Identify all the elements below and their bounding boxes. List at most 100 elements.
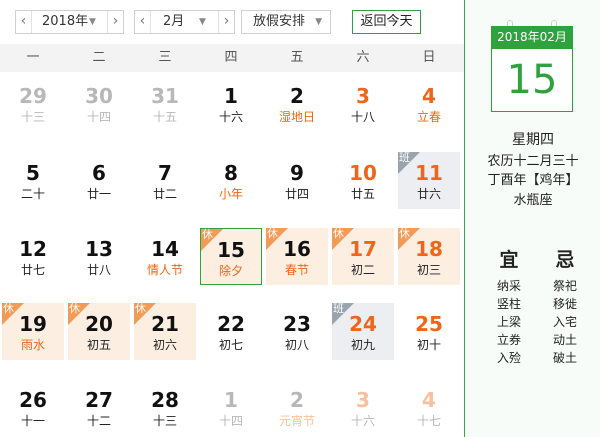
lunar-date: 廿四	[284, 187, 309, 201]
next-year-arrow-icon[interactable]: ›	[107, 11, 123, 33]
solar-date: 9	[290, 161, 304, 185]
day-cell[interactable]: 休 18 初三	[398, 227, 460, 285]
yi-item: 竖柱	[496, 297, 521, 311]
day-cell[interactable]: 8 小年	[200, 152, 262, 209]
day-cell[interactable]: 班 11 廿六	[398, 151, 460, 209]
lunar-date: 初三	[416, 263, 441, 277]
day-cell[interactable]: 4 立春	[398, 75, 460, 132]
prev-year-arrow-icon[interactable]: ‹	[16, 11, 32, 33]
calendar-grid: 29 十三 30 十四 31 十五 1 十六 2 湿地日 3 十八 4 立春 5 二十 6 廿一 7 廿二 8 小年 9 廿四…	[0, 72, 464, 437]
solar-date: 6	[92, 161, 106, 185]
lunar-date: 春节	[284, 263, 309, 277]
month-selector[interactable]: ‹ 2月 ▼ ›	[134, 10, 235, 34]
weekday-label: 五	[290, 50, 304, 65]
month-caret-icon[interactable]: ▼	[199, 11, 206, 34]
detail-lunar-date: 农历十二月三十	[487, 154, 579, 169]
day-cell[interactable]: 休 21 初六	[134, 302, 196, 360]
weekday-header: 一 二 三 四 五 六 日	[0, 44, 464, 72]
next-month-arrow-icon[interactable]: ›	[218, 11, 234, 33]
day-cell[interactable]: 3 十六	[332, 379, 394, 436]
weekday-label: 一	[26, 50, 40, 65]
lunar-date: 十二	[86, 414, 111, 428]
weekday-label: 三	[158, 50, 172, 65]
solar-date: 4	[422, 84, 436, 108]
yi-item: 入殓	[496, 351, 521, 365]
day-cell[interactable]: 26 十一	[2, 379, 64, 436]
day-cell[interactable]: 班 24 初九	[332, 302, 394, 360]
day-cell[interactable]: 2 元宵节	[266, 379, 328, 436]
day-cell[interactable]: 2 湿地日	[266, 75, 328, 132]
solar-date: 22	[217, 312, 245, 336]
solar-date: 1	[224, 84, 238, 108]
day-cell[interactable]: 7 廿二	[134, 152, 196, 209]
solar-date: 13	[85, 237, 113, 261]
lunar-date: 廿二	[152, 187, 177, 201]
lunar-date: 除夕	[218, 264, 243, 278]
solar-date: 18	[415, 237, 443, 261]
day-cell[interactable]: 9 廿四	[266, 152, 328, 209]
lunar-date: 初七	[218, 338, 243, 352]
holiday-selector[interactable]: 放假安排 ▼	[241, 10, 331, 34]
lunar-date: 初二	[350, 263, 375, 277]
solar-date: 3	[356, 84, 370, 108]
day-cell[interactable]: 4 十七	[398, 379, 460, 436]
day-cell[interactable]: 休 19 雨水	[2, 302, 64, 360]
solar-date: 3	[356, 388, 370, 412]
day-cell[interactable]: 休 20 初五	[68, 302, 130, 360]
solar-date: 10	[349, 161, 377, 185]
day-cell[interactable]: 5 二十	[2, 152, 64, 209]
lunar-date: 雨水	[20, 338, 45, 352]
day-cell[interactable]: 休 16 春节	[266, 227, 328, 285]
day-cell[interactable]: 29 十三	[2, 75, 64, 132]
lunar-date: 十四	[218, 414, 243, 428]
lunar-date: 二十	[20, 187, 45, 201]
day-cell[interactable]: 12 廿七	[2, 228, 64, 285]
day-detail-panel: 2018年02月 15 星期四 农历十二月三十 丁酉年【鸡年】 水瓶座 宜 纳采…	[464, 0, 600, 437]
day-cell[interactable]: 23 初八	[266, 303, 328, 360]
day-cell[interactable]: 25 初十	[398, 303, 460, 360]
detail-constellation: 水瓶座	[513, 193, 553, 208]
weekday-label: 二	[92, 50, 106, 65]
day-cell[interactable]: 13 廿八	[68, 228, 130, 285]
lunar-date: 初九	[350, 338, 375, 352]
lunar-date: 十八	[350, 110, 375, 124]
weekday-label: 日	[422, 50, 436, 65]
lunar-date: 十三	[20, 110, 45, 124]
prev-month-arrow-icon[interactable]: ‹	[135, 11, 151, 33]
year-caret-icon[interactable]: ▼	[89, 11, 96, 34]
day-cell[interactable]: 30 十四	[68, 75, 130, 132]
solar-date: 30	[85, 84, 113, 108]
day-cell[interactable]: 1 十四	[200, 379, 262, 436]
day-cell[interactable]: 6 廿一	[68, 152, 130, 209]
year-selector[interactable]: ‹ 2018年 ▼ ›	[15, 10, 124, 34]
solar-date: 2	[290, 388, 304, 412]
day-cell[interactable]: 3 十八	[332, 75, 394, 132]
back-to-today-button[interactable]: 返回今天	[352, 10, 421, 34]
day-cell[interactable]: 休 15 除夕	[200, 228, 262, 285]
calendar-panel: ‹ 2018年 ▼ › ‹ 2月 ▼ › 放假安排 ▼ 返回今天 一 二 三 四…	[0, 0, 464, 437]
day-cell[interactable]: 10 廿五	[332, 152, 394, 209]
month-select[interactable]: 2月	[163, 11, 184, 33]
lunar-date: 立春	[416, 110, 441, 124]
ji-item: 入宅	[552, 315, 577, 329]
day-cell[interactable]: 22 初七	[200, 303, 262, 360]
day-cell[interactable]: 休 17 初二	[332, 227, 394, 285]
detail-ganzhi-year: 丁酉年【鸡年】	[487, 173, 579, 188]
yi-column: 宜 纳采 竖柱 上梁 立券 入殓	[487, 248, 531, 367]
day-cell[interactable]: 27 十二	[68, 379, 130, 436]
holiday-caret-icon[interactable]: ▼	[315, 11, 322, 34]
lunar-date: 十六	[218, 110, 243, 124]
lunar-date: 初八	[284, 338, 309, 352]
day-cell[interactable]: 31 十五	[134, 75, 196, 132]
year-select[interactable]: 2018年	[42, 11, 88, 33]
lunar-date: 十七	[416, 414, 441, 428]
weekday-label: 四	[224, 50, 238, 65]
solar-date: 21	[151, 312, 179, 336]
holiday-select[interactable]: 放假安排	[253, 11, 305, 33]
lunar-date: 十六	[350, 414, 375, 428]
lunar-date: 十五	[152, 110, 177, 124]
day-cell[interactable]: 14 情人节	[134, 228, 196, 285]
solar-date: 23	[283, 312, 311, 336]
day-cell[interactable]: 1 十六	[200, 75, 262, 132]
day-cell[interactable]: 28 十三	[134, 379, 196, 436]
